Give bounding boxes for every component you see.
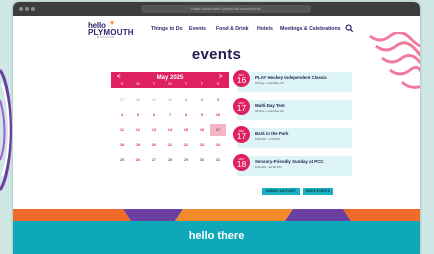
- event-day: 17: [236, 103, 247, 113]
- heart-icon: ♥: [110, 20, 115, 27]
- calendar-day[interactable]: 29: [146, 94, 162, 106]
- event-title[interactable]: Multi-Day Test: [255, 103, 285, 108]
- calendar-day[interactable]: 31: [210, 154, 226, 166]
- calendar-day[interactable]: 18: [114, 139, 130, 151]
- weekday-label: S: [216, 82, 220, 86]
- calendar-day[interactable]: 29: [178, 154, 194, 166]
- more-events-button[interactable]: MORE EVENTS: [303, 188, 333, 195]
- calendar-day[interactable]: 28: [130, 94, 146, 106]
- calendar-day[interactable]: 1: [178, 94, 194, 106]
- weekday-label: W: [168, 82, 172, 86]
- event-card[interactable]: MAY 17 Bark in the Park 9:00 AM - 1:00 P…: [233, 126, 352, 148]
- calendar-day[interactable]: 28: [162, 154, 178, 166]
- event-date-badge: MAY 16: [233, 70, 250, 87]
- calendar-day[interactable]: 26: [130, 154, 146, 166]
- calendar-day[interactable]: 22: [178, 139, 194, 151]
- weekday-label: F: [200, 82, 204, 86]
- event-time: 9:00 AM - 1:00 PM: [255, 137, 280, 141]
- wave-decoration: [369, 32, 420, 89]
- event-time: All Day • until May 18: [255, 81, 284, 85]
- nav-meetings[interactable]: Meetings & Celebrations: [280, 26, 341, 32]
- window-dot-icon[interactable]: [25, 7, 29, 11]
- event-calendar: < May 2025 > S M T W T F S 27 28 29 30 1…: [111, 72, 229, 171]
- calendar-day[interactable]: 14: [162, 124, 178, 136]
- event-title[interactable]: Sensory-Friendly Sunday at PCC: [255, 159, 324, 164]
- footer-banner: hello there: [13, 221, 420, 254]
- nav-hotels[interactable]: Hotels: [257, 26, 273, 32]
- browser-window: https://www.hello-plymouth.com/events he…: [13, 2, 420, 254]
- footer-title: hello there: [188, 230, 245, 242]
- calendar-day[interactable]: 4: [114, 109, 130, 121]
- calendar-day[interactable]: 10: [210, 109, 226, 121]
- calendar-day[interactable]: 8: [178, 109, 194, 121]
- search-icon[interactable]: [345, 24, 354, 33]
- calendar-day[interactable]: 15: [178, 124, 194, 136]
- event-date-badge: MAY 18: [233, 154, 250, 171]
- nav-things-to-do[interactable]: Things to Do: [151, 26, 183, 32]
- weekday-label: T: [152, 82, 156, 86]
- calendar-day[interactable]: 27: [146, 154, 162, 166]
- calendar-day[interactable]: 25: [114, 154, 130, 166]
- calendar-day[interactable]: 21: [162, 139, 178, 151]
- nav-food-drink[interactable]: Food & Drink: [216, 26, 249, 32]
- calendar-day[interactable]: 19: [130, 139, 146, 151]
- event-date-badge: MAY 17: [233, 126, 250, 143]
- event-card[interactable]: MAY 17 Multi-Day Test All Day • until Ma…: [233, 98, 352, 120]
- calendar-day[interactable]: 30: [194, 154, 210, 166]
- event-time: All Day • until May 20: [255, 109, 284, 113]
- address-bar[interactable]: https://www.hello-plymouth.com/events: [141, 5, 311, 13]
- calendar-day[interactable]: 30: [162, 94, 178, 106]
- decorative-band: [13, 209, 420, 221]
- calendar-day[interactable]: 24: [210, 139, 226, 151]
- nav-events[interactable]: Events: [189, 26, 206, 32]
- calendar-day[interactable]: 20: [146, 139, 162, 151]
- calendar-day[interactable]: 9: [194, 109, 210, 121]
- calendar-day-selected[interactable]: 17: [210, 124, 226, 136]
- logo-tagline: MICHIGAN: [97, 36, 115, 39]
- event-card[interactable]: MAY 16 PLAY Hockey Independent Classic A…: [233, 70, 352, 92]
- page-title: events: [191, 46, 242, 63]
- calendar-day[interactable]: 23: [194, 139, 210, 151]
- weekday-label: T: [184, 82, 188, 86]
- event-time: 9:00 AM - 12:00 PM: [255, 165, 282, 169]
- weekday-label: S: [120, 82, 124, 86]
- browser-chrome: https://www.hello-plymouth.com/events: [13, 2, 420, 16]
- window-dot-icon[interactable]: [31, 7, 35, 11]
- event-title[interactable]: PLAY Hockey Independent Classic: [255, 75, 327, 80]
- calendar-day[interactable]: 12: [130, 124, 146, 136]
- calendar-day[interactable]: 11: [114, 124, 130, 136]
- event-date-badge: MAY 17: [233, 98, 250, 115]
- calendar-day[interactable]: 27: [114, 94, 130, 106]
- calendar-day[interactable]: 7: [162, 109, 178, 121]
- submit-event-button[interactable]: SUBMIT AN EVENT: [262, 188, 300, 195]
- calendar-day[interactable]: 2: [194, 94, 210, 106]
- calendar-day[interactable]: 5: [130, 109, 146, 121]
- calendar-day[interactable]: 13: [146, 124, 162, 136]
- chevron-right-icon[interactable]: >: [219, 74, 223, 80]
- calendar-day[interactable]: 6: [146, 109, 162, 121]
- event-day: 17: [236, 131, 247, 141]
- site-logo[interactable]: hello ♥ PLYMOUTH MICHIGAN: [88, 20, 136, 39]
- event-title[interactable]: Bark in the Park: [255, 131, 288, 136]
- calendar-day[interactable]: 16: [194, 124, 210, 136]
- event-card[interactable]: MAY 18 Sensory-Friendly Sunday at PCC 9:…: [233, 154, 352, 176]
- weekday-label: M: [136, 82, 140, 86]
- event-day: 18: [236, 159, 247, 169]
- calendar-month-label: May 2025: [156, 75, 184, 81]
- calendar-day[interactable]: 3: [210, 94, 226, 106]
- window-dot-icon[interactable]: [19, 7, 23, 11]
- site-header: hello ♥ PLYMOUTH MICHIGAN Things to Do E…: [13, 16, 420, 44]
- event-day: 16: [236, 75, 247, 85]
